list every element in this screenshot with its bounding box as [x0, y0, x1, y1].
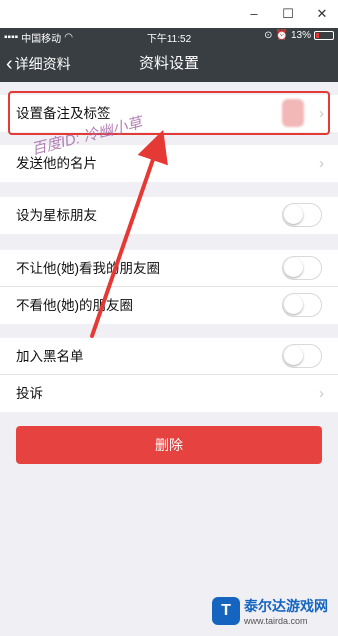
- site-logo: T 泰尔达游戏网 www.tairda.com: [212, 596, 328, 626]
- logo-name: 泰尔达游戏网: [244, 598, 328, 614]
- logo-url: www.tairda.com: [244, 616, 308, 626]
- annotation-arrow: [90, 129, 168, 338]
- arrow-line: [90, 129, 168, 338]
- logo-mark-icon: T: [212, 597, 240, 625]
